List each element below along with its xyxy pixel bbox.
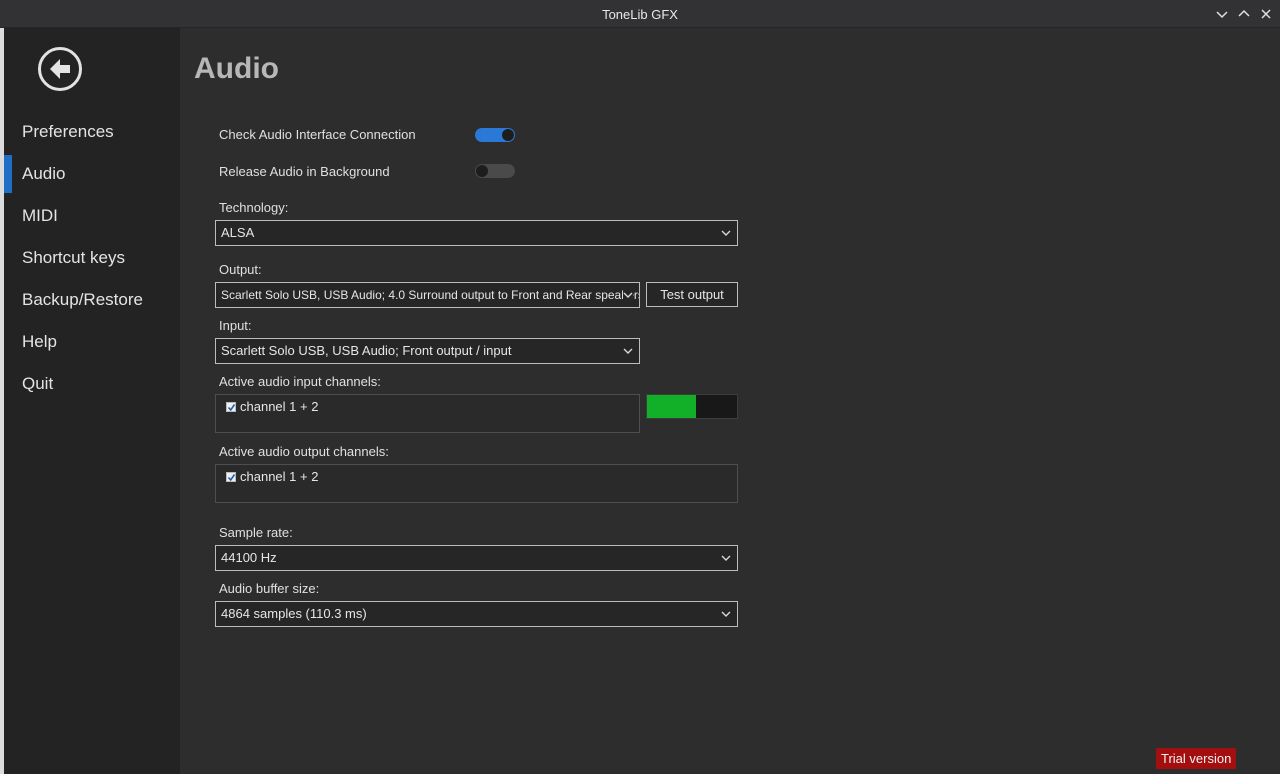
sample-rate-label: Sample rate: <box>219 525 293 540</box>
output-value: Scarlett Solo USB, USB Audio; 4.0 Surrou… <box>221 288 640 302</box>
sample-rate-select[interactable]: 44100 Hz <box>215 545 738 571</box>
input-channels-label: Active audio input channels: <box>219 374 381 389</box>
sidebar-item-midi[interactable]: MIDI <box>4 195 180 237</box>
buffer-size-label: Audio buffer size: <box>219 581 320 596</box>
window-title: ToneLib GFX <box>602 7 678 22</box>
page-title: Audio <box>194 52 279 85</box>
sidebar-item-help[interactable]: Help <box>4 321 180 363</box>
check-interface-label: Check Audio Interface Connection <box>219 127 416 142</box>
output-select[interactable]: Scarlett Solo USB, USB Audio; 4.0 Surrou… <box>215 282 640 308</box>
input-label: Input: <box>219 318 252 333</box>
chevron-down-icon <box>1216 11 1228 19</box>
chevron-down-icon <box>721 555 731 561</box>
release-background-toggle[interactable] <box>475 164 515 178</box>
check-interface-toggle[interactable] <box>475 128 515 142</box>
list-item[interactable]: channel 1 + 2 <box>226 399 318 414</box>
sidebar: Preferences Audio MIDI Shortcut keys Bac… <box>4 28 180 774</box>
check-icon <box>227 403 236 411</box>
toggle-knob <box>502 129 514 141</box>
output-channels-label: Active audio output channels: <box>219 444 389 459</box>
sample-rate-value: 44100 Hz <box>221 550 277 565</box>
arrow-left-icon <box>50 59 70 79</box>
sidebar-item-audio[interactable]: Audio <box>4 153 180 195</box>
checkbox[interactable] <box>226 401 236 412</box>
main-panel: Audio Check Audio Interface Connection R… <box>180 28 1280 774</box>
technology-label: Technology: <box>219 200 289 215</box>
sidebar-item-shortcut-keys[interactable]: Shortcut keys <box>4 237 180 279</box>
checkbox[interactable] <box>226 471 236 482</box>
chevron-down-icon <box>623 348 633 354</box>
toggle-knob <box>476 165 488 177</box>
check-icon <box>227 473 236 481</box>
output-channels-list: channel 1 + 2 <box>215 464 738 503</box>
channel-label: channel 1 + 2 <box>240 399 319 414</box>
release-background-label: Release Audio in Background <box>219 164 390 179</box>
channel-label: channel 1 + 2 <box>240 469 319 484</box>
chevron-down-icon <box>623 291 633 299</box>
chevron-up-icon <box>1238 9 1250 17</box>
input-select[interactable]: Scarlett Solo USB, USB Audio; Front outp… <box>215 338 640 364</box>
close-button[interactable] <box>1256 4 1276 24</box>
test-output-button[interactable]: Test output <box>646 282 738 307</box>
sidebar-item-preferences[interactable]: Preferences <box>4 111 180 153</box>
chevron-down-icon <box>721 611 731 617</box>
trial-version-badge[interactable]: Trial version <box>1156 748 1237 769</box>
input-channels-list: channel 1 + 2 <box>215 394 640 433</box>
input-level-meter <box>646 394 738 419</box>
output-label: Output: <box>219 262 262 277</box>
list-item[interactable]: channel 1 + 2 <box>226 469 318 484</box>
buffer-size-value: 4864 samples (110.3 ms) <box>221 606 367 621</box>
back-button[interactable] <box>38 47 82 91</box>
chevron-down-icon <box>721 230 731 236</box>
minimize-button[interactable] <box>1212 4 1232 24</box>
title-bar: ToneLib GFX <box>0 0 1280 28</box>
close-icon <box>1261 9 1271 19</box>
sidebar-item-quit[interactable]: Quit <box>4 363 180 405</box>
app-window: ToneLib GFX Preferences Audio MIDI Short… <box>0 0 1280 774</box>
maximize-button[interactable] <box>1234 4 1254 24</box>
input-value: Scarlett Solo USB, USB Audio; Front outp… <box>221 343 512 358</box>
technology-value: ALSA <box>221 225 255 240</box>
buffer-size-select[interactable]: 4864 samples (110.3 ms) <box>215 601 738 627</box>
technology-select[interactable]: ALSA <box>215 220 738 246</box>
sidebar-item-backup-restore[interactable]: Backup/Restore <box>4 279 180 321</box>
input-level-fill <box>647 395 696 418</box>
